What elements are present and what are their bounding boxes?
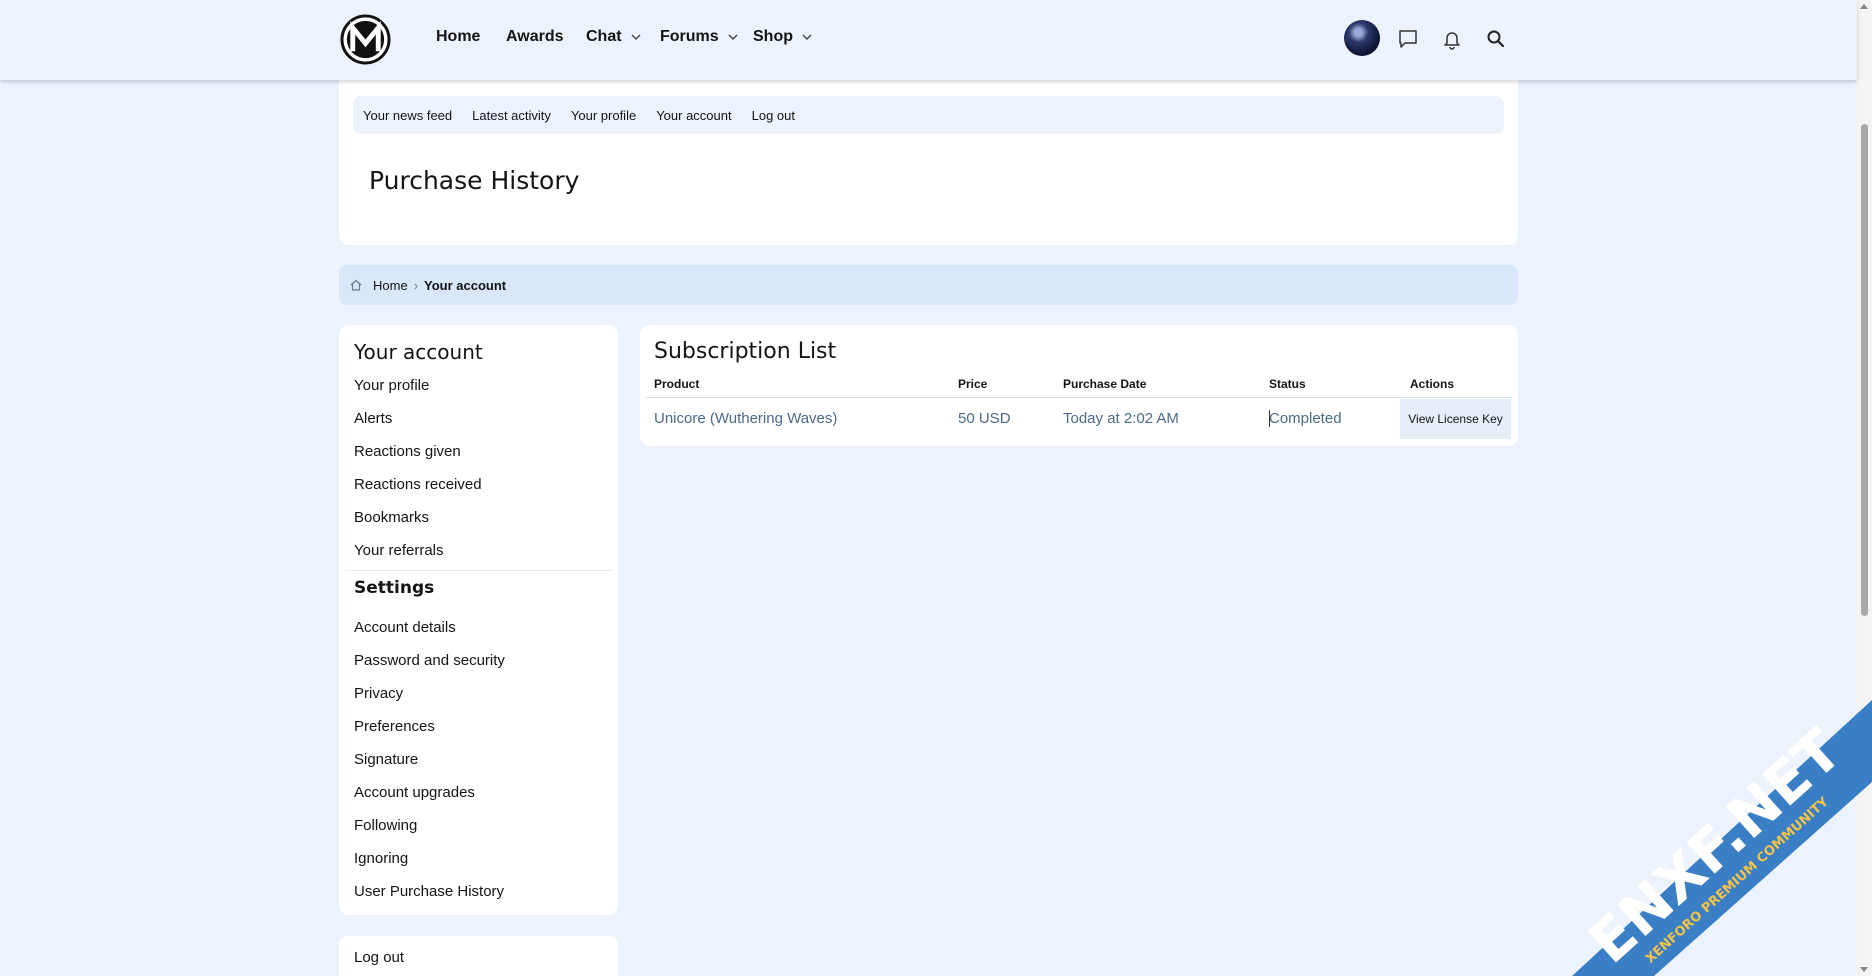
bell-icon[interactable] (1441, 28, 1463, 50)
page-header: Your news feed Latest activity Your prof… (339, 80, 1518, 245)
nav-home[interactable]: Home (436, 28, 480, 46)
column-header-status: Status (1269, 377, 1306, 391)
breadcrumb-home[interactable]: Home (373, 278, 408, 293)
nav-forums-label: Forums (660, 28, 719, 45)
cell-price: 50 USD (958, 410, 1011, 427)
top-navbar: Home Awards Chat Forums Shop (0, 0, 1857, 80)
nav-shop-label: Shop (753, 28, 793, 45)
sidebar-logout-block: Log out (339, 936, 618, 976)
cell-product[interactable]: Unicore (Wuthering Waves) (654, 410, 837, 427)
nav-chat-label: Chat (586, 28, 622, 45)
sidebar-item-account-upgrades[interactable]: Account upgrades (354, 784, 475, 801)
chevron-down-icon[interactable] (727, 31, 739, 43)
sidebar-item-signature[interactable]: Signature (354, 751, 418, 768)
account-sidebar: Your account Your profile Alerts Reactio… (339, 325, 618, 915)
subnav-latest-activity[interactable]: Latest activity (472, 108, 551, 123)
text-cursor (1269, 410, 1270, 427)
cell-status: Completed (1269, 410, 1342, 427)
settings-heading: Settings (354, 578, 435, 598)
view-license-key-button[interactable]: View License Key (1400, 399, 1511, 439)
account-subnav: Your news feed Latest activity Your prof… (353, 96, 1504, 134)
sidebar-logout[interactable]: Log out (354, 949, 404, 966)
watermark: ENXF.NET XENFORO PREMIUM COMMUNITY (1572, 700, 1872, 976)
scroll-up-arrow-icon[interactable] (1860, 4, 1868, 9)
sidebar-item-ignoring[interactable]: Ignoring (354, 850, 408, 867)
subnav-your-profile[interactable]: Your profile (571, 108, 636, 123)
sidebar-item-reactions-received[interactable]: Reactions received (354, 476, 482, 493)
breadcrumb: Home › Your account (339, 265, 1518, 305)
site-logo[interactable] (340, 14, 391, 65)
nav-forums[interactable]: Forums (660, 28, 739, 46)
subnav-log-out[interactable]: Log out (752, 108, 795, 123)
nav-shop[interactable]: Shop (753, 28, 813, 46)
home-icon[interactable] (349, 278, 363, 292)
sidebar-item-user-purchase-history[interactable]: User Purchase History (354, 883, 504, 900)
chevron-right-icon: › (413, 277, 419, 293)
subscription-list-card: Subscription List Product Price Purchase… (640, 325, 1518, 446)
sidebar-item-password-security[interactable]: Password and security (354, 652, 505, 669)
sidebar-divider (345, 570, 612, 571)
subnav-news-feed[interactable]: Your news feed (363, 108, 452, 123)
breadcrumb-current[interactable]: Your account (424, 278, 506, 293)
cell-purchase-date: Today at 2:02 AM (1063, 410, 1179, 427)
search-icon[interactable] (1485, 28, 1507, 50)
nav-awards[interactable]: Awards (506, 28, 564, 46)
sidebar-item-preferences[interactable]: Preferences (354, 718, 435, 735)
nav-home-label: Home (436, 28, 481, 45)
watermark-ribbon: ENXF.NET XENFORO PREMIUM COMMUNITY (1572, 700, 1872, 976)
sidebar-item-following[interactable]: Following (354, 817, 417, 834)
subnav-your-account[interactable]: Your account (656, 108, 731, 123)
column-header-purchase-date: Purchase Date (1063, 377, 1147, 391)
sidebar-item-your-profile[interactable]: Your profile (354, 377, 429, 394)
scroll-thumb[interactable] (1861, 124, 1868, 616)
sidebar-heading: Your account (354, 340, 483, 364)
chevron-down-icon[interactable] (801, 31, 813, 43)
avatar[interactable] (1344, 20, 1380, 56)
column-header-product: Product (654, 377, 700, 391)
nav-chat[interactable]: Chat (586, 28, 642, 46)
sidebar-item-alerts[interactable]: Alerts (354, 410, 392, 427)
sidebar-item-bookmarks[interactable]: Bookmarks (354, 509, 429, 526)
column-header-price: Price (958, 377, 988, 391)
messages-icon[interactable] (1397, 28, 1419, 50)
sidebar-item-account-details[interactable]: Account details (354, 619, 456, 636)
sidebar-item-your-referrals[interactable]: Your referrals (354, 542, 444, 559)
nav-awards-label: Awards (506, 28, 564, 45)
watermark-brand: ENXF.NET (1576, 716, 1855, 976)
sidebar-item-privacy[interactable]: Privacy (354, 685, 403, 702)
table-header-divider (646, 397, 1512, 398)
page-title: Purchase History (369, 166, 580, 195)
column-header-actions: Actions (1410, 377, 1455, 391)
chevron-down-icon[interactable] (630, 31, 642, 43)
subscription-list-title: Subscription List (654, 339, 837, 364)
sidebar-item-reactions-given[interactable]: Reactions given (354, 443, 461, 460)
